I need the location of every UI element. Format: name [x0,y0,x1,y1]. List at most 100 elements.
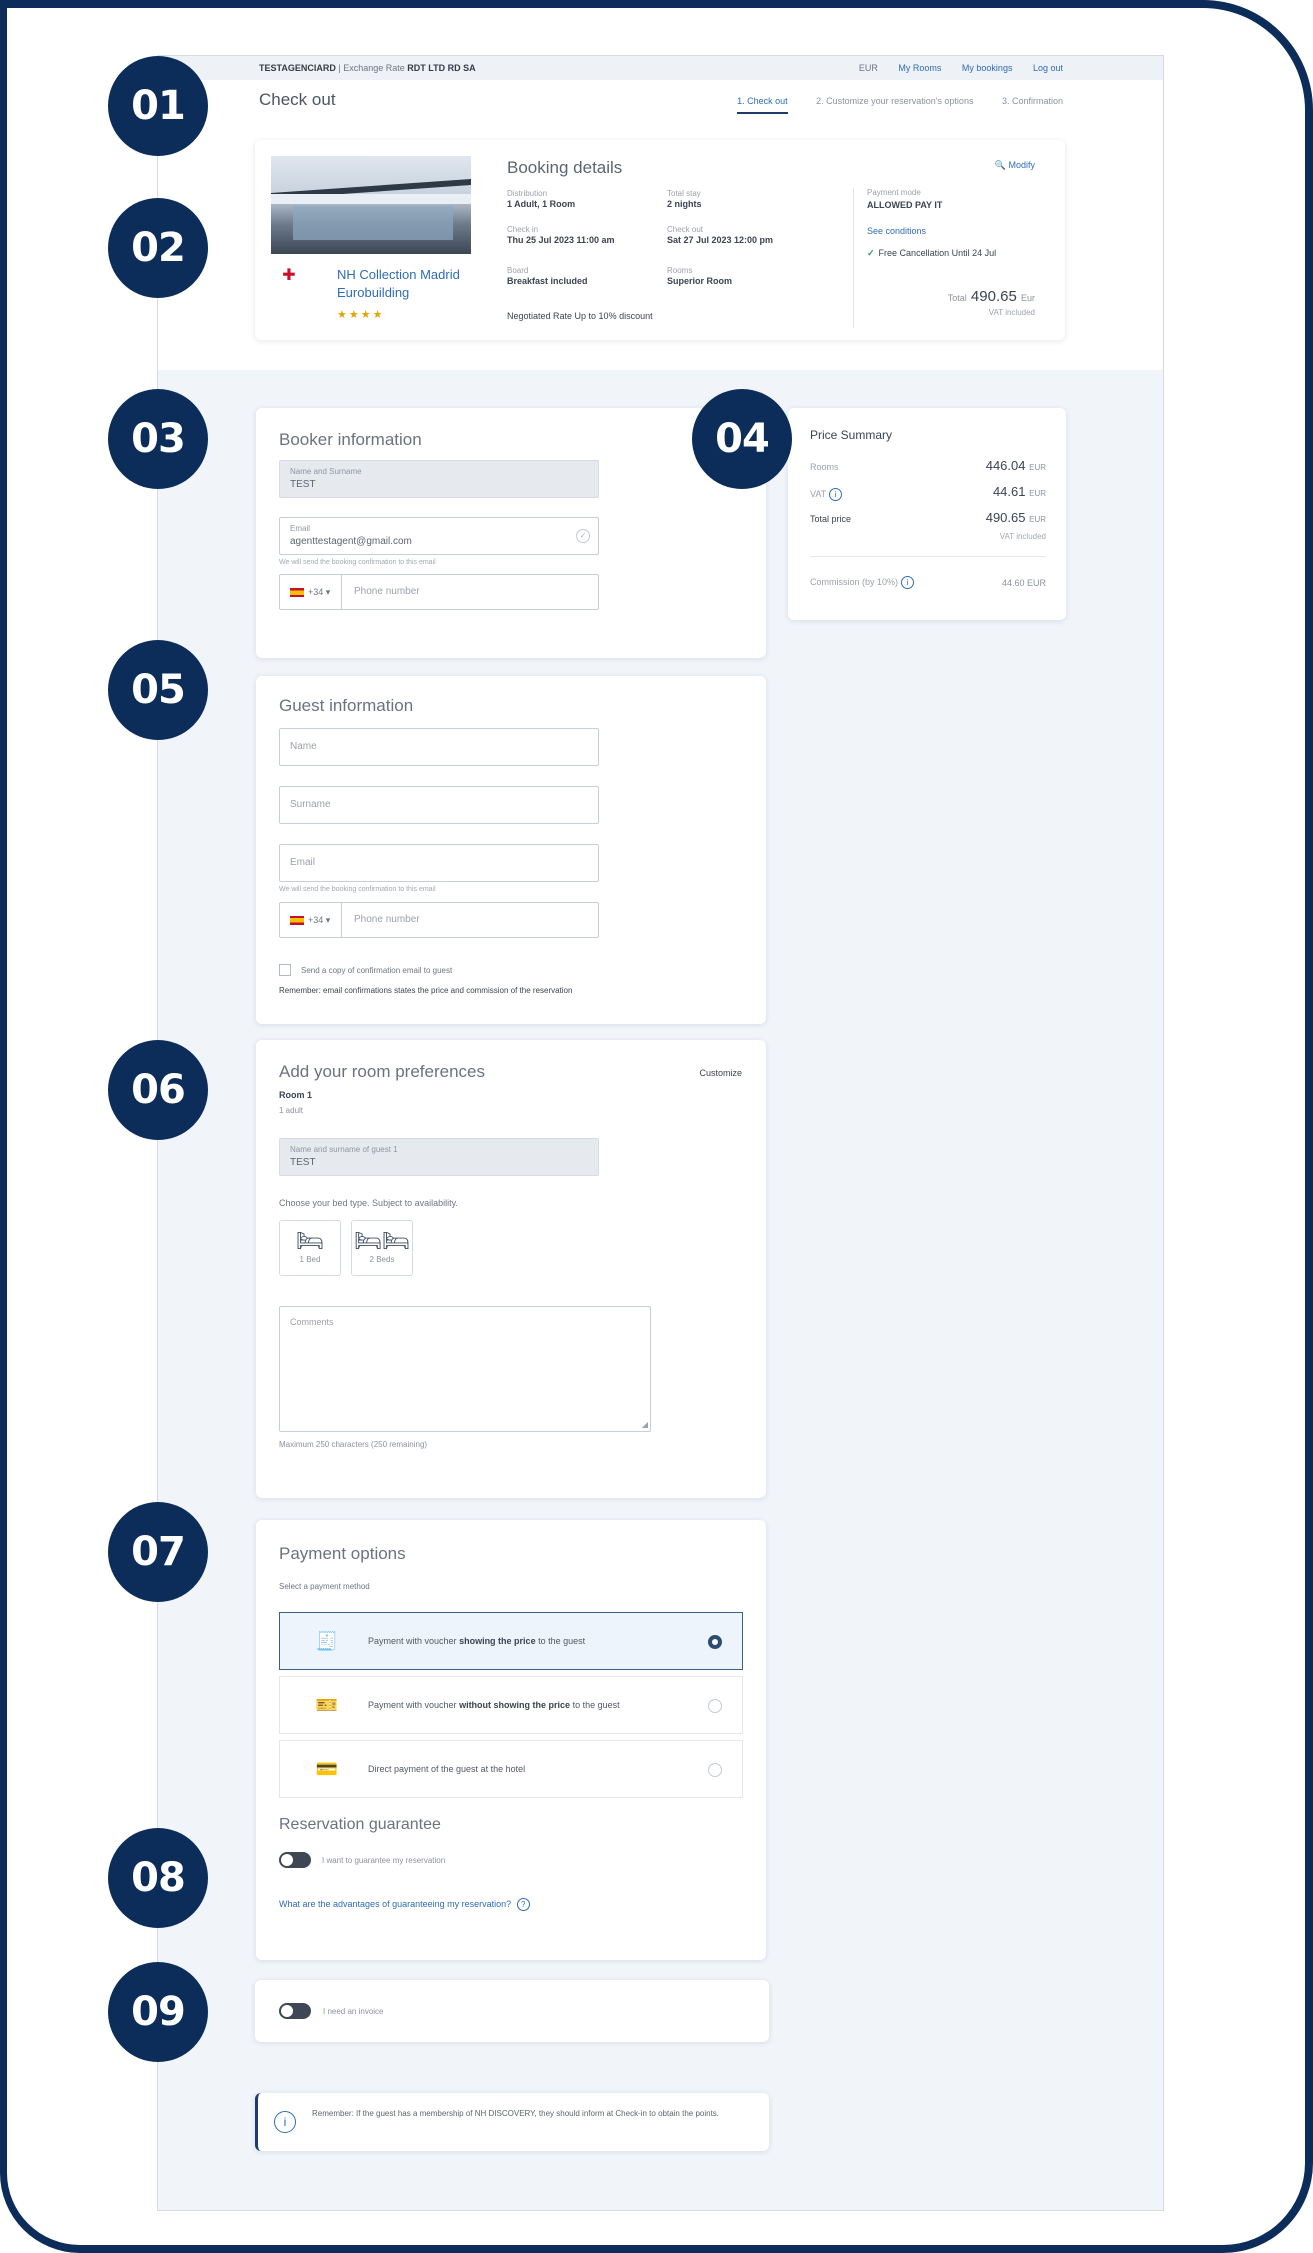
check-icon: ✓ [867,248,875,258]
summary-rooms: Rooms 446.04 EUR [810,458,1046,473]
guest-1-name-label: Name and surname of guest 1 [290,1145,398,1154]
payment-option-3-radio[interactable] [708,1763,722,1777]
modify-link[interactable]: 🔍 Modify [995,160,1035,171]
exchange-value: RDT LTD RD SA [407,63,476,73]
summary-rooms-value: 446.04 [985,458,1026,473]
booker-phone-field[interactable]: +34 ▾ Phone number [279,574,599,610]
separator: | [338,63,341,73]
currency: EUR [1029,463,1046,472]
marker-02: 02 [108,198,208,298]
payment-option-2-label: Payment with voucher without showing the… [368,1700,620,1710]
currency-selector[interactable]: EUR [859,63,878,73]
top-bar: TESTAGENCIARD | Exchange Rate RDT LTD RD… [158,56,1163,80]
guest-name-field[interactable]: Name [279,728,599,766]
my-rooms-link[interactable]: My Rooms [898,63,941,73]
note-text: Remember: If the guest has a membership … [312,2109,720,2118]
adult-label: 1 adult [279,1106,304,1115]
step-customize[interactable]: 2. Customize your reservation's options [816,96,973,112]
marker-06: 06 [108,1040,208,1140]
guest-1-name-field[interactable]: Name and surname of guest 1 TEST [279,1138,599,1176]
info-icon[interactable]: i [829,488,843,501]
marker-01: 01 [108,56,208,156]
guest-email-hint: We will send the booking confirmation to… [279,886,436,893]
resize-handle-icon[interactable]: ◢ [642,1420,648,1429]
comments-textarea[interactable]: Comments ◢ [279,1306,651,1432]
checkin-value: Thu 25 Jul 2023 11:00 am [507,235,615,245]
price-summary-card: Price Summary Rooms 446.04 EUR VAT i 44.6… [788,408,1066,620]
payment-mode-label: Payment mode [867,188,921,197]
step-confirmation[interactable]: 3. Confirmation [1002,96,1063,112]
logout-link[interactable]: Log out [1033,63,1063,73]
payment-subtitle: Select a payment method [279,1582,370,1591]
customize-link[interactable]: Customize [699,1068,742,1078]
guest-phone-field[interactable]: +34 ▾ Phone number [279,902,599,938]
payment-option-3-label: Direct payment of the guest at the hotel [368,1764,526,1774]
invoice-toggle[interactable] [279,2003,311,2019]
guest-name-placeholder: Name [290,741,317,752]
booker-email-label: Email [290,524,311,533]
phone-placeholder: Phone number [354,914,420,925]
preferences-title: Add your room preferences [279,1062,485,1081]
board: Board Breakfast included [507,265,588,287]
hotel-image [271,156,471,254]
commission-value: 44.60 EUR [1001,578,1046,588]
bed-option-1[interactable]: 🛏 1 Bed [279,1220,341,1276]
free-cancellation: ✓ Free Cancellation Until 24 Jul [867,248,996,259]
currency: EUR [1029,489,1046,498]
double-bed-icon: 🛏🛏 [354,1228,410,1253]
guarantee-advantages-link[interactable]: What are the advantages of guaranteeing … [279,1898,530,1911]
my-bookings-link[interactable]: My bookings [962,63,1013,73]
guest-email-placeholder: Email [290,857,316,868]
info-icon[interactable]: i [901,576,915,589]
payment-option-1-label: Payment with voucher showing the price t… [368,1636,586,1646]
price-value: 490.65 [970,288,1017,305]
checkout-label: Check out [667,225,704,234]
info-icon: i [274,2111,296,2133]
guest-surname-field[interactable]: Surname [279,786,599,824]
board-label: Board [507,266,529,275]
negotiated-rate: Negotiated Rate Up to 10% discount [507,311,653,321]
booking-details-card: ✚ NH Collection Madrid Eurobuilding ★★★★… [255,140,1065,340]
bed-2-label: 2 Beds [369,1255,395,1264]
payment-option-show-price[interactable]: 🧾 Payment with voucher showing the price… [279,1612,743,1670]
marker-07: 07 [108,1502,208,1602]
hotel-name[interactable]: NH Collection Madrid Eurobuilding [337,266,477,302]
send-copy-checkbox[interactable] [279,964,291,976]
guest-information-card: Guest information Name Surname Email We … [256,676,766,1024]
marker-09: 09 [108,1962,208,2062]
payment-option-hide-price[interactable]: 🎫 Payment with voucher without showing t… [279,1676,743,1734]
step-checkout[interactable]: 1. Check out [737,96,788,114]
board-value: Breakfast included [507,276,588,286]
country-code-selector[interactable]: +34 ▾ [280,575,342,609]
country-code: +34 [308,915,324,925]
invoice-card: I need an invoice [255,1980,769,2042]
bed-option-2[interactable]: 🛏🛏 2 Beds [351,1220,413,1276]
guarantee-toggle[interactable] [279,1852,311,1868]
marker-04: 04 [692,389,792,489]
summary-commission: Commission (by 10%) i 44.60 EUR [810,576,1046,589]
payment-option-direct[interactable]: 💳 Direct payment of the guest at the hot… [279,1740,743,1798]
phone-placeholder: Phone number [354,586,420,597]
guarantee-title: Reservation guarantee [279,1816,441,1833]
page-title: Check out [259,90,336,109]
see-conditions-link[interactable]: See conditions [867,226,926,236]
distribution: Distribution 1 Adult, 1 Room [507,188,575,210]
spain-flag-icon [290,588,304,598]
checkout-screen: TESTAGENCIARD | Exchange Rate RDT LTD RD… [157,55,1164,2211]
country-code-selector[interactable]: +34 ▾ [280,903,342,937]
booker-name-field[interactable]: Name and Surname TEST [279,460,599,498]
payment-option-2-radio[interactable] [708,1699,722,1713]
agency-name: TESTAGENCIARD [259,63,336,73]
payment-options-card: Payment options Select a payment method … [256,1520,766,1960]
agency-info: TESTAGENCIARD | Exchange Rate RDT LTD RD… [259,63,476,73]
divider [810,556,1046,557]
country-code: +34 [308,587,324,597]
spain-flag-icon [290,916,304,926]
total-stay: Total stay 2 nights [667,188,702,210]
distribution-label: Distribution [507,189,548,198]
checkout-value: Sat 27 Jul 2023 12:00 pm [667,235,774,245]
rooms-label: Rooms [667,266,693,275]
payment-option-1-radio[interactable] [708,1635,722,1649]
booker-email-field[interactable]: Email agenttestagent@gmail.com ✓ [279,517,599,555]
guest-email-field[interactable]: Email [279,844,599,882]
